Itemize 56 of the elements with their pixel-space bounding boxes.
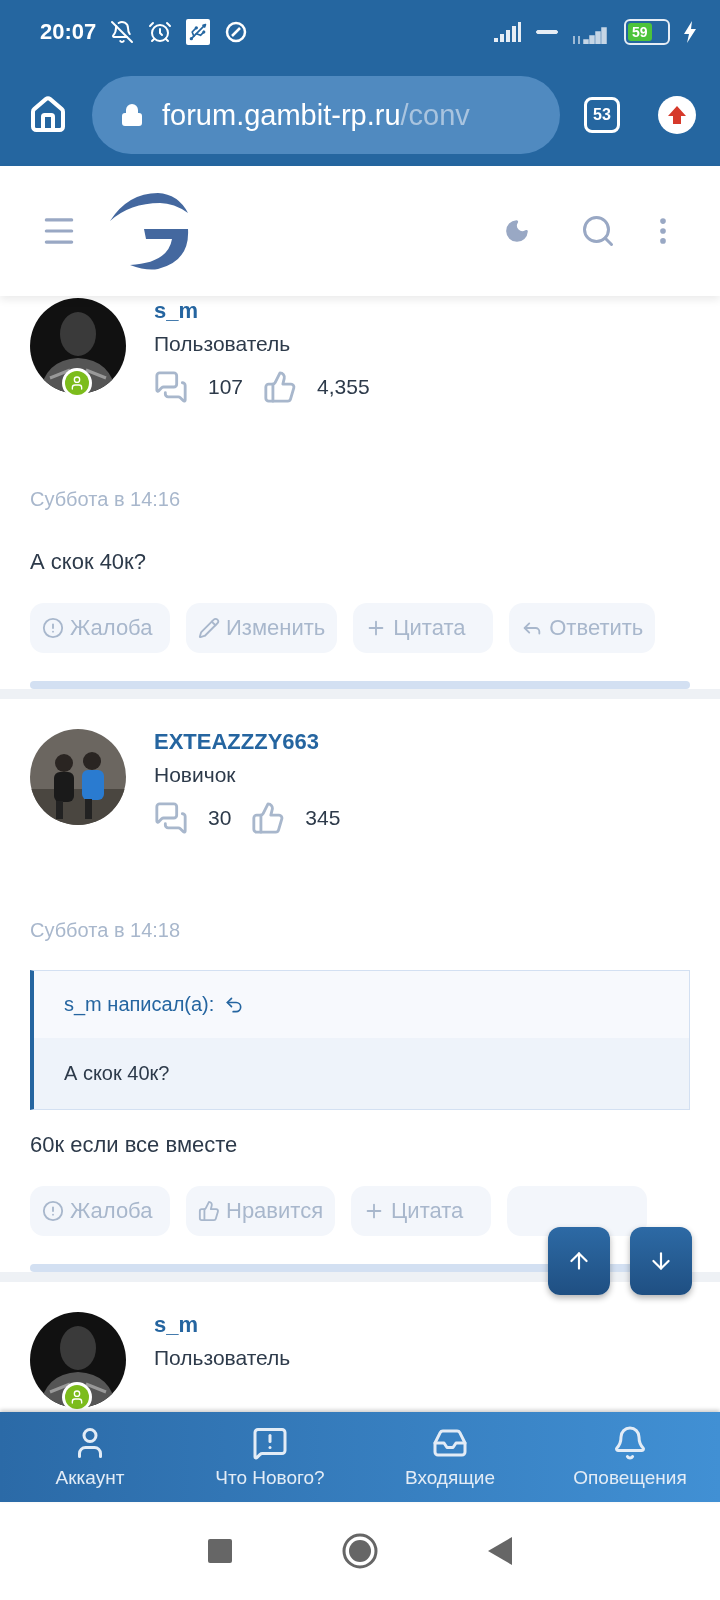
reply-button[interactable] xyxy=(507,1186,648,1236)
message-count: 30 xyxy=(208,806,232,830)
user-role: Пользователь xyxy=(154,1346,291,1370)
thumbs-up-icon xyxy=(198,1200,220,1222)
alert-icon xyxy=(42,617,64,639)
post-date: Суббота в 14:18 xyxy=(30,919,182,942)
post-text: А скок 40к? xyxy=(30,549,147,575)
quote-button[interactable]: Цитата xyxy=(351,1186,492,1236)
messages-icon xyxy=(154,370,188,404)
bell-off-icon xyxy=(110,20,135,44)
quote-author[interactable]: s_m написал(а): xyxy=(64,993,215,1016)
author-link[interactable]: s_m xyxy=(154,298,370,324)
quote-text: А скок 40к? xyxy=(34,1038,689,1109)
nav-tab[interactable]: Оповещения xyxy=(540,1412,720,1502)
message-alert-icon xyxy=(252,1425,288,1461)
alert-icon xyxy=(42,1200,64,1222)
lock-icon xyxy=(120,103,144,127)
author-link[interactable]: s_m xyxy=(154,1312,291,1338)
thumbs-up-icon xyxy=(251,801,286,835)
report-button[interactable]: Жалоба xyxy=(30,603,170,653)
message-count: 107 xyxy=(208,375,244,399)
data-saver-icon xyxy=(224,20,249,44)
thumbs-up-icon xyxy=(263,370,298,404)
pencil-icon xyxy=(198,617,220,639)
reaction-count: 4,355 xyxy=(317,375,370,399)
reaction-count: 345 xyxy=(305,806,341,830)
charging-icon xyxy=(684,21,696,43)
post-text: 60к если все вместе xyxy=(30,1132,239,1158)
post-date: Суббота в 14:16 xyxy=(30,488,182,511)
status-time: 20:07 xyxy=(40,19,97,45)
quote-button[interactable]: Цитата xyxy=(353,603,494,653)
update-icon[interactable] xyxy=(658,96,696,134)
nav-tab[interactable]: Что Нового? xyxy=(180,1412,360,1502)
nav-tab[interactable]: Входящие xyxy=(360,1412,540,1502)
like-button[interactable]: Нравится xyxy=(186,1186,336,1236)
author-link[interactable]: EXTEAZZZY663 xyxy=(154,729,341,755)
home-icon[interactable] xyxy=(28,95,68,135)
nav-tab[interactable]: Аккаунт xyxy=(0,1412,180,1502)
scroll-up-button[interactable] xyxy=(548,1227,610,1295)
tab-count[interactable]: 53 xyxy=(584,97,620,133)
alarm-icon xyxy=(148,20,173,44)
edit-button[interactable]: Изменить xyxy=(186,603,338,653)
user-role: Новичок xyxy=(154,763,237,787)
user-role: Пользователь xyxy=(154,332,292,356)
address-bar[interactable]: forum.gambit-rp.ru/conv xyxy=(92,76,560,154)
bell-icon xyxy=(612,1425,648,1461)
back-icon[interactable] xyxy=(488,1537,512,1565)
messages-icon xyxy=(154,801,188,835)
report-button[interactable]: Жалоба xyxy=(30,1186,170,1236)
reply-button[interactable]: Ответить xyxy=(509,603,656,653)
signal-icon xyxy=(494,22,522,42)
battery-icon: 59 xyxy=(624,19,670,45)
scroll-down-button[interactable] xyxy=(630,1227,692,1295)
home-icon[interactable] xyxy=(342,1533,378,1569)
logo-icon[interactable] xyxy=(108,191,190,271)
usb-icon xyxy=(186,19,211,45)
